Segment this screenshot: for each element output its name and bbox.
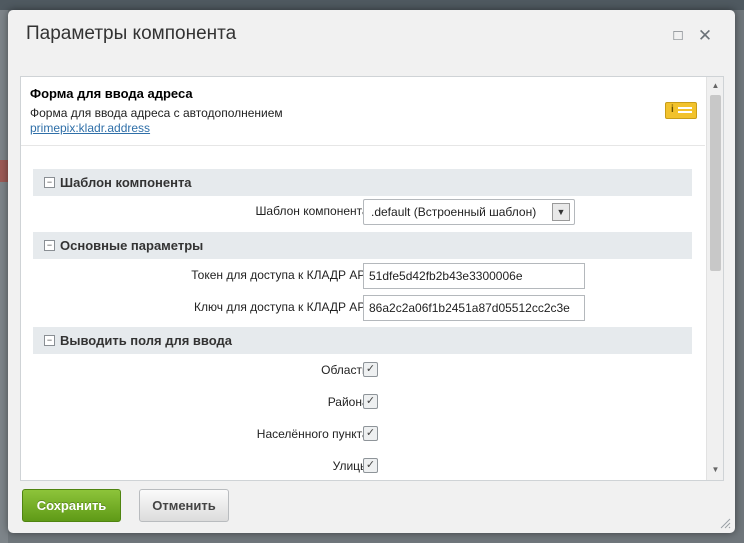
template-select[interactable]: .default (Встроенный шаблон) ▼	[363, 199, 575, 225]
info-glyph: i	[671, 104, 674, 115]
section-input-fields[interactable]: − Выводить поля для ввода	[33, 327, 692, 354]
help-icon[interactable]: i	[665, 102, 697, 119]
scroll-thumb[interactable]	[710, 95, 721, 271]
collapse-icon[interactable]: −	[44, 240, 55, 251]
component-name: Форма для ввода адреса	[30, 86, 193, 101]
background-topbar	[0, 0, 744, 10]
districts-checkbox[interactable]: ✓	[363, 394, 378, 409]
scroll-down-icon[interactable]: ▼	[707, 463, 723, 477]
component-code-link[interactable]: primepix:kladr.address	[30, 121, 150, 135]
chevron-down-icon[interactable]: ▼	[552, 203, 570, 221]
streets-checkbox[interactable]: ✓	[363, 458, 378, 473]
resize-grip-icon[interactable]	[719, 517, 731, 529]
token-value: 51dfe5d42fb2b43e3300006e	[369, 269, 523, 283]
field-row-settlement: Населённого пункта: ✓	[33, 422, 692, 448]
key-input[interactable]: 86a2c2a06f1b2451a87d05512cc2c3e	[363, 295, 585, 321]
background-page-strip	[0, 160, 8, 182]
section-title: Выводить поля для ввода	[60, 333, 232, 348]
help-line	[678, 107, 692, 109]
section-template[interactable]: − Шаблон компонента	[33, 169, 692, 196]
token-label: Токен для доступа к КЛАДР API:	[191, 268, 372, 282]
dialog-titlebar[interactable]: Параметры компонента □ ✕	[8, 10, 735, 65]
section-title: Шаблон компонента	[60, 175, 192, 190]
key-value: 86a2c2a06f1b2451a87d05512cc2c3e	[369, 301, 570, 315]
settlement-checkbox[interactable]: ✓	[363, 426, 378, 441]
field-label: Населённого пункта:	[256, 427, 372, 441]
template-selected-value: .default (Встроенный шаблон)	[371, 205, 537, 219]
dialog-content: Форма для ввода адреса Форма для ввода а…	[20, 76, 724, 481]
regions-checkbox[interactable]: ✓	[363, 362, 378, 377]
scroll-up-icon[interactable]: ▲	[707, 79, 723, 93]
field-row-streets: Улицы: ✓	[33, 454, 692, 480]
save-button[interactable]: Сохранить	[22, 489, 121, 522]
token-row: Токен для доступа к КЛАДР API: 51dfe5d42…	[33, 263, 692, 289]
section-main-params[interactable]: − Основные параметры	[33, 232, 692, 259]
close-icon[interactable]: ✕	[696, 27, 714, 45]
component-header: Форма для ввода адреса Форма для ввода а…	[21, 77, 705, 146]
section-title: Основные параметры	[60, 238, 204, 253]
maximize-icon[interactable]: □	[669, 27, 687, 45]
template-row: Шаблон компонента: .default (Встроенный …	[33, 199, 692, 225]
key-label: Ключ для доступа к КЛАДР API:	[194, 300, 372, 314]
vertical-scrollbar[interactable]: ▲ ▼	[706, 77, 723, 480]
help-line	[678, 111, 692, 113]
dialog-title: Параметры компонента	[26, 23, 237, 44]
background-page	[0, 10, 8, 543]
component-parameters-dialog: Параметры компонента □ ✕ Форма для ввода…	[8, 10, 735, 533]
component-description: Форма для ввода адреса с автодополнением	[30, 106, 283, 120]
collapse-icon[interactable]: −	[44, 177, 55, 188]
collapse-icon[interactable]: −	[44, 335, 55, 346]
template-label: Шаблон компонента:	[255, 204, 372, 218]
cancel-button[interactable]: Отменить	[139, 489, 229, 522]
key-row: Ключ для доступа к КЛАДР API: 86a2c2a06f…	[33, 295, 692, 321]
token-input[interactable]: 51dfe5d42fb2b43e3300006e	[363, 263, 585, 289]
field-row-regions: Области: ✓	[33, 358, 692, 384]
field-row-districts: Района: ✓	[33, 390, 692, 416]
